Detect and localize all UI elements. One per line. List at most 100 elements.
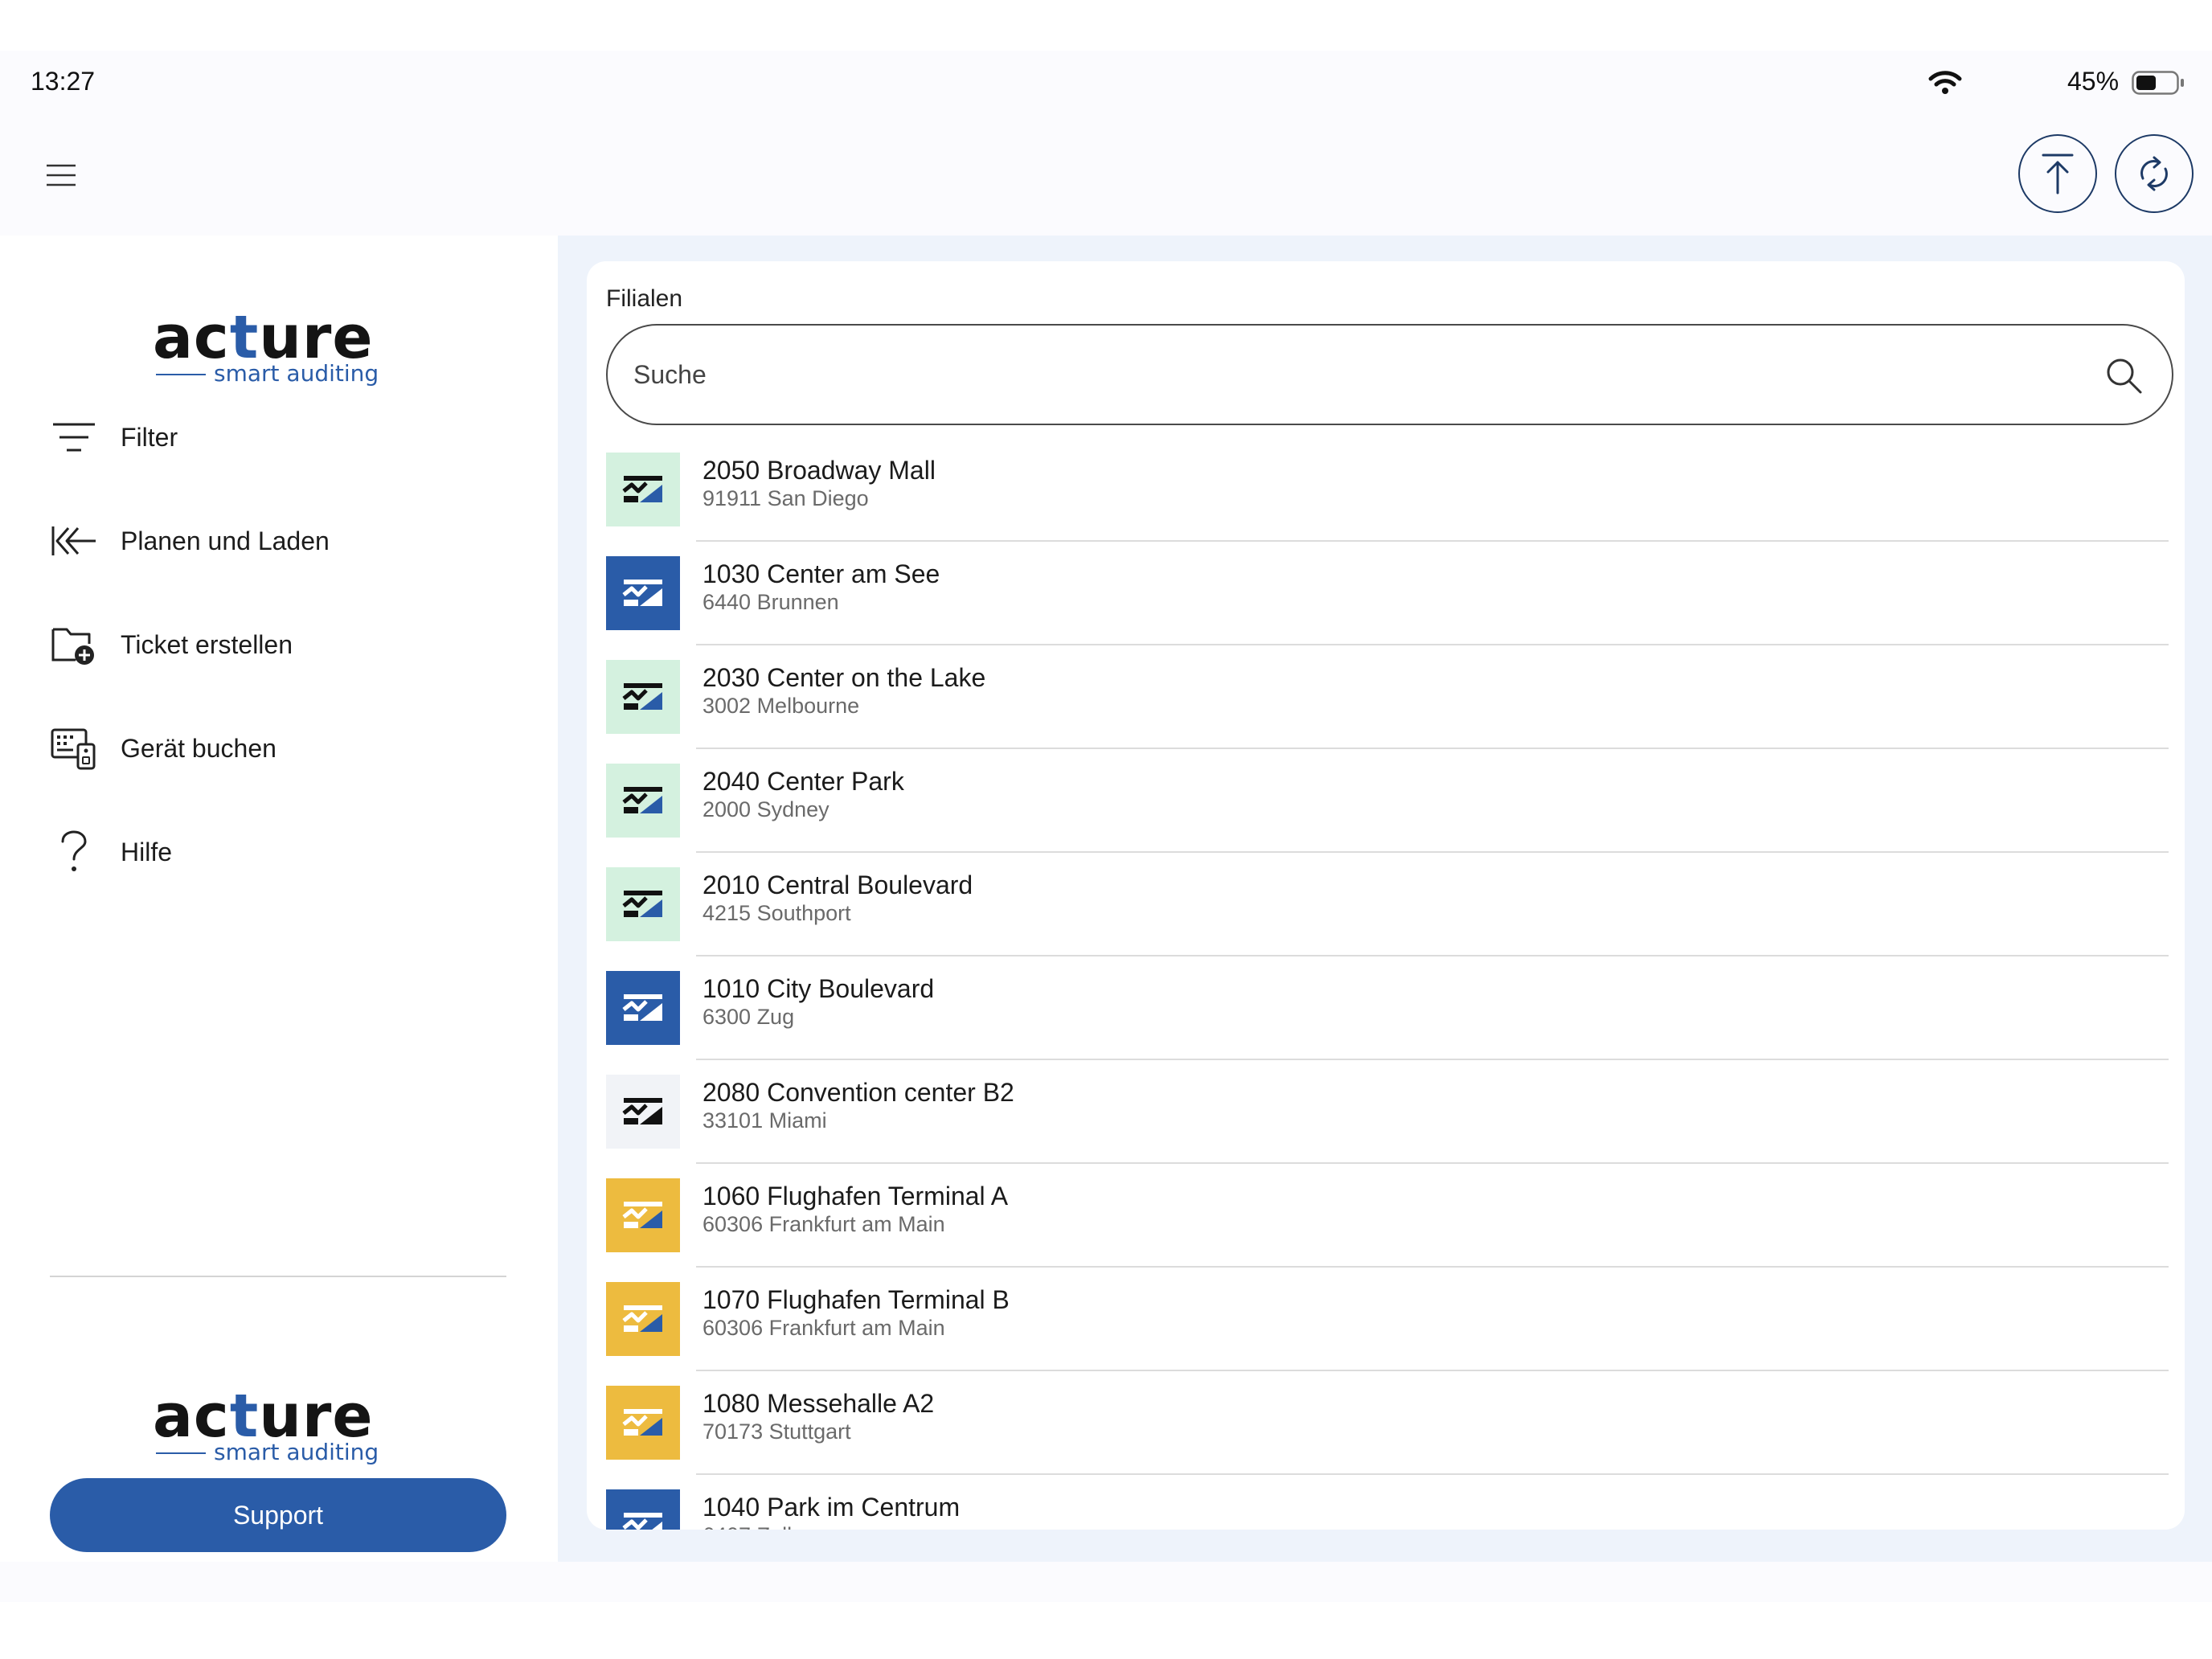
store-logo-icon	[622, 891, 662, 917]
store-row[interactable]: 2010 Central Boulevard 4215 Southport	[606, 861, 2175, 965]
store-name: 1010 City Boulevard	[703, 974, 935, 1003]
acture-logo: acture smart auditing	[153, 303, 402, 387]
upload-button[interactable]	[2018, 134, 2097, 213]
store-address: 60306 Frankfurt am Main	[703, 1316, 945, 1340]
store-row[interactable]: 2030 Center on the Lake 3002 Melbourne	[606, 653, 2175, 757]
wifi-icon	[1928, 71, 1962, 94]
store-badge	[606, 1282, 680, 1356]
search-bar	[606, 324, 2173, 425]
row-divider	[696, 851, 2169, 853]
row-divider	[696, 1473, 2169, 1475]
row-divider	[696, 1059, 2169, 1060]
store-logo-icon	[622, 580, 662, 606]
store-badge	[606, 1386, 680, 1460]
store-badge	[606, 971, 680, 1045]
sidebar-item-ticket-erstellen[interactable]: Ticket erstellen	[48, 608, 530, 681]
row-divider	[696, 644, 2169, 645]
sync-button[interactable]	[2115, 134, 2194, 213]
sidebar-item-label: Planen und Laden	[121, 526, 330, 555]
store-row[interactable]: 1030 Center am See 6440 Brunnen	[606, 550, 2175, 653]
store-badge	[606, 1489, 680, 1530]
store-row[interactable]: 1040 Park im Centrum6407 Zell	[606, 1483, 2175, 1530]
search-icon[interactable]	[2104, 356, 2143, 395]
store-row[interactable]: 1080 Messehalle A2 70173 Stuttgart	[606, 1379, 2175, 1483]
sidebar-item-filter[interactable]: Filter	[48, 401, 530, 473]
store-logo-icon	[622, 1305, 662, 1332]
filter-icon	[53, 423, 95, 452]
row-divider	[696, 955, 2169, 956]
store-name: 2050 Broadway Mall	[703, 456, 936, 485]
battery-percent: 45%	[2067, 67, 2120, 96]
page-title: Filialen	[606, 285, 683, 312]
store-list-card: Filialen 2050 Broadway Mall91911 San Die…	[587, 261, 2185, 1530]
row-divider	[696, 748, 2169, 749]
store-row[interactable]: 1070 Flughafen Terminal B 60306 Frankfurt…	[606, 1276, 2175, 1379]
store-name: 2040 Center Park	[703, 767, 904, 796]
sidebar-item-label: Filter	[121, 422, 178, 452]
upload-icon	[2042, 154, 2074, 195]
store-logo-icon	[622, 683, 662, 710]
sidebar-item-label: Hilfe	[121, 837, 173, 866]
store-badge	[606, 867, 680, 941]
store-row[interactable]: 2080 Convention center B2 33101 Miami	[606, 1068, 2175, 1172]
menu-button[interactable]	[37, 151, 85, 199]
store-address: 6440 Brunnen	[703, 590, 839, 614]
store-address: 3002 Melbourne	[703, 694, 860, 718]
store-name: 2030 Center on the Lake	[703, 663, 986, 692]
store-address: 4215 Southport	[703, 901, 851, 925]
store-list: 2050 Broadway Mall 91911 San Diego 1030 Ce…	[606, 446, 2175, 1530]
store-row[interactable]: 2050 Broadway Mall 91911 San Diego	[606, 446, 2175, 550]
sidebar-item-hilfe[interactable]: Hilfe	[48, 816, 530, 888]
store-address: 6407 Zell	[703, 1523, 792, 1530]
sidebar: acture smart auditing Filter Planen und …	[0, 236, 558, 1562]
sidebar-item-label: Gerät buchen	[121, 733, 276, 763]
status-bar: 13:27 45%	[0, 51, 2212, 115]
sidebar-item-planen-und-laden[interactable]: Planen und Laden	[48, 505, 530, 577]
store-row[interactable]: 1010 City Boulevard 6300 Zug	[606, 965, 2175, 1068]
search-input[interactable]	[633, 326, 2080, 424]
row-divider	[696, 540, 2169, 542]
store-badge	[606, 660, 680, 734]
logo-wordmark: acture	[153, 303, 374, 372]
store-badge	[606, 453, 680, 526]
support-button[interactable]: Support	[50, 1478, 506, 1552]
store-name: 2080 Convention center B2	[703, 1078, 1014, 1107]
row-divider	[696, 1266, 2169, 1268]
store-name: 1030 Center am See	[703, 559, 940, 588]
store-address: 60306 Frankfurt am Main	[703, 1212, 945, 1236]
status-time: 13:27	[31, 67, 96, 96]
store-logo-icon	[622, 787, 662, 813]
store-badge	[606, 556, 680, 630]
sidebar-item-geraet-buchen[interactable]: Gerät buchen	[48, 712, 530, 784]
acture-logo-footer: acture smart auditing	[153, 1382, 402, 1465]
sidebar-divider	[50, 1276, 506, 1277]
hamburger-menu-icon	[47, 164, 76, 186]
store-logo-icon	[622, 1202, 662, 1228]
arrow-left-to-line-icon	[51, 526, 96, 555]
device-booking-icon	[51, 728, 96, 770]
store-address: 33101 Miami	[703, 1108, 827, 1133]
store-badge	[606, 1178, 680, 1252]
store-address: 70173 Stuttgart	[703, 1419, 851, 1444]
store-name: 1070 Flughafen Terminal B	[703, 1285, 1010, 1314]
sync-icon	[2140, 156, 2168, 191]
store-logo-icon	[622, 1409, 662, 1436]
store-name: 1040 Park im Centrum	[703, 1493, 961, 1522]
row-divider	[696, 1370, 2169, 1371]
store-address: 2000 Sydney	[703, 797, 830, 821]
store-row[interactable]: 1060 Flughafen Terminal A 60306 Frankfurt…	[606, 1172, 2175, 1276]
app-bar	[0, 115, 2212, 236]
logo-line	[156, 1452, 206, 1454]
sidebar-item-label: Ticket erstellen	[121, 629, 293, 659]
question-icon	[61, 830, 87, 871]
main-content: Filialen 2050 Broadway Mall91911 San Die…	[558, 236, 2212, 1562]
store-address: 91911 San Diego	[703, 486, 869, 510]
logo-tagline: smart auditing	[214, 1439, 379, 1465]
logo-tagline: smart auditing	[214, 360, 379, 387]
store-row[interactable]: 2040 Center Park 2000 Sydney	[606, 757, 2175, 861]
store-name: 1080 Messehalle A2	[703, 1389, 935, 1418]
store-logo-icon	[622, 994, 662, 1021]
store-name: 1060 Flughafen Terminal A	[703, 1182, 1009, 1210]
logo-wordmark: acture	[153, 1382, 374, 1451]
store-address: 6300 Zug	[703, 1005, 795, 1029]
